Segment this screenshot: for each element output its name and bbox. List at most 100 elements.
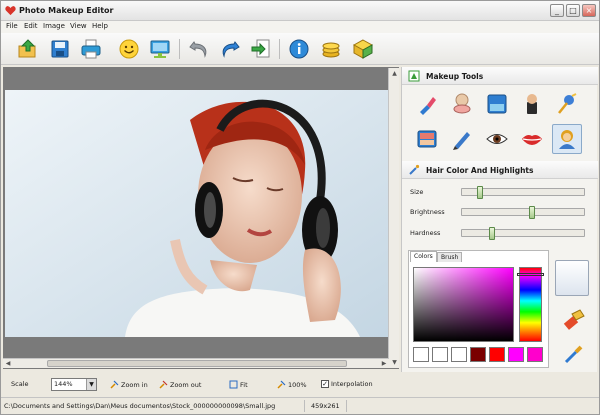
scroll-right-arrow-icon[interactable]: ▶ [379, 359, 389, 369]
color-picker: Colors Brush [408, 250, 549, 368]
color-swatch[interactable] [527, 347, 543, 362]
minimize-button[interactable]: _ [550, 4, 564, 17]
hardness-slider-thumb[interactable] [488, 227, 495, 240]
foundation-icon [527, 94, 537, 114]
redo-button[interactable] [218, 37, 242, 61]
zoom-in-label: Zoom in [121, 380, 148, 389]
color-swatch[interactable] [432, 347, 448, 362]
status-bar: C:\Documents and Settings\Dan\Meus docum… [1, 397, 599, 414]
toolbar-separator [179, 39, 180, 59]
print-icon [81, 39, 101, 59]
monitor-button[interactable] [148, 37, 172, 61]
eyedropper-icon[interactable] [562, 342, 586, 366]
open-button[interactable] [16, 37, 40, 61]
lipstick-tool[interactable] [412, 89, 442, 119]
eyeliner-pencil-tool[interactable] [447, 124, 477, 154]
smiley-button[interactable] [117, 37, 141, 61]
lips-icon [522, 135, 542, 145]
actual-size-button[interactable]: 100% [277, 380, 307, 389]
menu-file[interactable]: File [6, 22, 18, 30]
menu-help[interactable]: Help [92, 22, 108, 30]
scrollbar-thumb[interactable] [47, 360, 347, 367]
eyeshadow-palette-icon [487, 94, 507, 114]
close-button[interactable]: × [582, 4, 596, 17]
save-icon [51, 40, 69, 58]
menu-image[interactable]: Image [43, 22, 65, 30]
portrait-photo[interactable] [5, 90, 388, 337]
lips-tool[interactable] [517, 124, 547, 154]
menu-edit[interactable]: Edit [24, 22, 38, 30]
box-icon [352, 39, 374, 59]
print-button[interactable] [79, 37, 103, 61]
interpolation-label: Interpolation [331, 380, 373, 388]
color-swatch[interactable] [508, 347, 524, 362]
coins-icon [322, 42, 340, 58]
box-button[interactable] [351, 37, 375, 61]
makeup-tools-header: Makeup Tools [402, 67, 598, 85]
export-button[interactable] [249, 37, 273, 61]
color-swatch[interactable] [470, 347, 486, 362]
scale-select[interactable]: 144% ▼ [51, 378, 97, 391]
zoom-in-button[interactable]: Zoom in [110, 380, 148, 389]
actual-size-label: 100% [288, 380, 307, 389]
redo-icon [222, 41, 240, 58]
blush-palette-icon [417, 130, 437, 148]
image-dimensions: 459x261 [311, 402, 340, 410]
actual-size-icon [277, 380, 286, 389]
title-bar: Photo Makeup Editor _ □ × [1, 1, 599, 21]
fit-button[interactable]: Fit [229, 380, 248, 389]
scroll-left-arrow-icon[interactable]: ◀ [3, 359, 13, 369]
hue-bar[interactable] [519, 267, 542, 342]
toolbar [1, 33, 599, 65]
foundation-tool[interactable] [517, 89, 547, 119]
scroll-up-arrow-icon[interactable]: ▲ [389, 68, 400, 79]
eye-icon [486, 134, 508, 144]
scroll-down-arrow-icon[interactable]: ▼ [389, 357, 400, 368]
brightness-slider-thumb[interactable] [529, 206, 536, 219]
eyeshadow-palette-tool[interactable] [482, 89, 512, 119]
fit-label: Fit [240, 380, 248, 389]
size-slider-thumb[interactable] [476, 186, 483, 199]
horizontal-scrollbar[interactable]: ◀ ▶ [3, 358, 389, 368]
hue-marker[interactable] [517, 273, 544, 276]
brightness-label: Brightness [410, 208, 445, 216]
makeup-tools-icon [408, 70, 420, 82]
zoom-out-label: Zoom out [170, 380, 202, 389]
eraser-brush-icon[interactable] [562, 308, 586, 332]
image-canvas[interactable] [3, 67, 399, 369]
save-button[interactable] [48, 37, 72, 61]
undo-button[interactable] [187, 37, 211, 61]
size-label: Size [410, 188, 424, 196]
toolbar-separator [279, 39, 280, 59]
hair-color-tool[interactable] [552, 124, 582, 154]
size-slider[interactable] [461, 186, 585, 199]
coins-button[interactable] [319, 37, 343, 61]
interpolation-checkbox[interactable]: ✓ [321, 380, 329, 388]
pin-tool[interactable] [552, 89, 582, 119]
eye-tool[interactable] [482, 124, 512, 154]
zoom-out-button[interactable]: Zoom out [159, 380, 201, 389]
saturation-value-field[interactable] [413, 267, 514, 342]
brightness-slider[interactable] [461, 206, 585, 219]
color-swatch[interactable] [413, 347, 429, 362]
current-color-preview[interactable] [555, 260, 589, 296]
blush-palette-tool[interactable] [412, 124, 442, 154]
hardness-label: Hardness [410, 229, 441, 237]
zoom-in-icon [110, 380, 119, 389]
hardness-slider[interactable] [461, 227, 585, 240]
maximize-button[interactable]: □ [566, 4, 580, 17]
color-swatch[interactable] [451, 347, 467, 362]
info-button[interactable] [287, 37, 311, 61]
export-icon [251, 39, 270, 58]
monitor-icon [150, 40, 170, 58]
interpolation-toggle[interactable]: ✓ Interpolation [321, 380, 373, 388]
menu-view[interactable]: View [70, 22, 87, 30]
compact-powder-tool[interactable] [447, 89, 477, 119]
info-icon [289, 39, 309, 59]
color-swatch[interactable] [489, 347, 505, 362]
scale-value: 144% [54, 380, 73, 388]
vertical-scrollbar[interactable]: ▲ ▼ [388, 68, 399, 368]
file-path: C:\Documents and Settings\Dan\Meus docum… [4, 402, 276, 410]
tab-colors[interactable]: Colors [410, 251, 437, 262]
tab-brush[interactable]: Brush [437, 252, 463, 262]
